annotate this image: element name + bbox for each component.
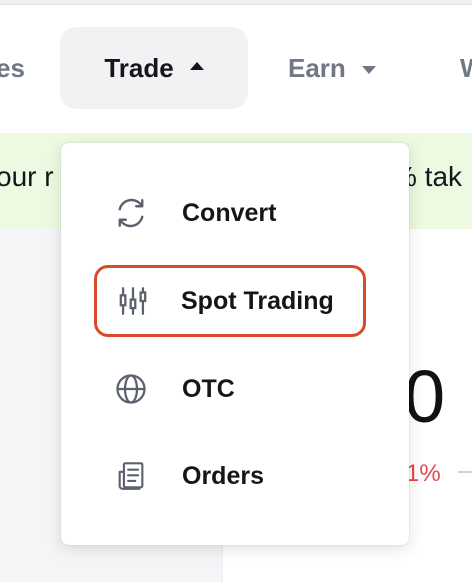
nav-item-trade-label: Trade <box>104 52 174 83</box>
nav-item-trade[interactable]: Trade <box>60 27 248 109</box>
caret-down-icon <box>361 66 376 74</box>
top-navigation: es Trade Earn W <box>0 5 472 133</box>
menu-item-orders[interactable]: Orders <box>95 441 365 511</box>
trade-dropdown-menu: Convert Spot Trading OTC Orders <box>61 143 409 545</box>
menu-item-convert-label: Convert <box>182 198 277 227</box>
balance-value: 0 <box>404 355 446 438</box>
nav-item-earn[interactable]: Earn <box>288 27 376 109</box>
menu-item-convert[interactable]: Convert <box>95 178 365 248</box>
nav-item-prev[interactable]: es <box>0 27 25 109</box>
nav-item-next-label: W <box>460 53 472 84</box>
percent-change: 1% <box>406 460 441 487</box>
menu-item-spot-trading[interactable]: Spot Trading <box>94 265 366 337</box>
nav-item-next[interactable]: W <box>460 27 472 109</box>
menu-item-orders-label: Orders <box>182 461 264 490</box>
nav-item-prev-label: es <box>0 52 25 83</box>
globe-icon <box>112 370 150 408</box>
caret-up-icon <box>189 62 204 70</box>
orders-icon <box>112 457 150 495</box>
candlestick-icon <box>114 282 152 320</box>
banner-text-left: our r <box>0 161 54 192</box>
percent-divider <box>458 471 472 473</box>
menu-item-otc-label: OTC <box>182 374 235 403</box>
menu-item-otc[interactable]: OTC <box>95 354 365 424</box>
nav-item-earn-label: Earn <box>288 52 346 83</box>
convert-icon <box>112 194 150 232</box>
menu-item-spot-trading-label: Spot Trading <box>181 286 334 315</box>
